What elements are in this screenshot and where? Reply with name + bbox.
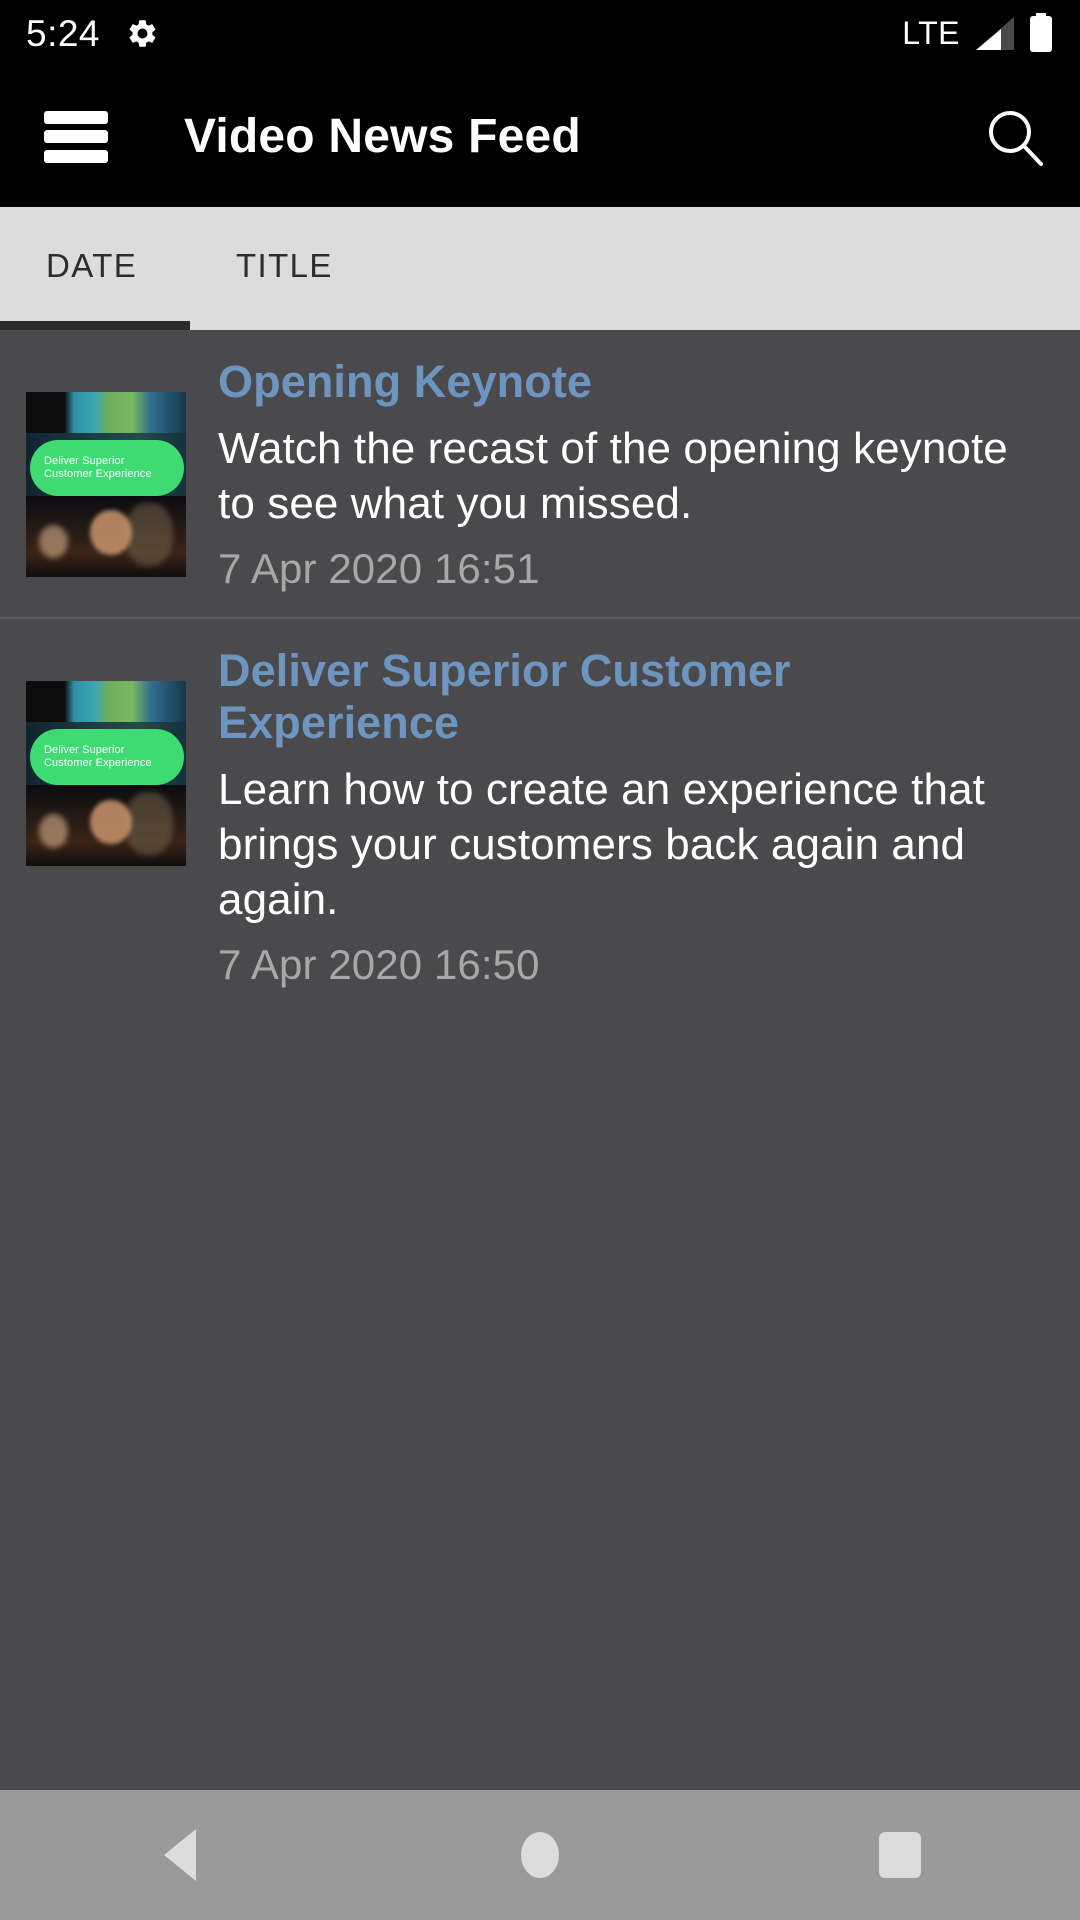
- thumbnail-overlay-pill: Deliver Superior Customer Experience: [30, 440, 184, 496]
- list-item-body: Deliver Superior Customer Experience Lea…: [186, 645, 1054, 989]
- thumbnail-overlay-pill: Deliver Superior Customer Experience: [30, 729, 184, 785]
- status-bar-right: LTE: [902, 13, 1054, 53]
- video-thumbnail[interactable]: Deliver Superior Customer Experience: [26, 392, 186, 577]
- thumbnail-overlay-line-1: Deliver Superior: [44, 744, 125, 757]
- signal-bars-icon: [974, 15, 1014, 52]
- nav-recents-button[interactable]: [720, 1832, 1080, 1878]
- thumbnail-face-1: [90, 799, 132, 845]
- thumbnail-crowd-blob: [125, 792, 174, 856]
- list-item-date: 7 Apr 2020 16:51: [218, 545, 540, 593]
- page-title: Video News Feed: [184, 110, 581, 163]
- hamburger-bar-2: [44, 130, 108, 143]
- tab-title[interactable]: TITLE: [190, 207, 380, 330]
- thumbnail-overlay-line-2: Customer Experience: [44, 757, 152, 770]
- thumbnail-band-top: [26, 392, 186, 433]
- battery-full-icon: [1028, 13, 1054, 53]
- thumbnail-face-2: [38, 814, 68, 848]
- nav-back-button[interactable]: [0, 1829, 360, 1881]
- search-icon[interactable]: [984, 106, 1046, 168]
- thumbnail-overlay-line-1: Deliver Superior: [44, 454, 125, 467]
- thumbnail-face-1: [90, 510, 132, 555]
- tab-bar: DATE TITLE: [0, 207, 1080, 330]
- home-circle-icon: [521, 1832, 559, 1878]
- list-item-body: Opening Keynote Watch the recast of the …: [186, 356, 1054, 593]
- hamburger-menu-icon[interactable]: [44, 110, 108, 163]
- thumbnail-band-top: [26, 681, 186, 722]
- network-type-label: LTE: [902, 15, 960, 51]
- list-item[interactable]: Deliver Superior Customer Experience Ope…: [0, 330, 1080, 617]
- phone-screen: 5:24 LTE Video News Feed DATE TITLE Deli…: [0, 0, 1080, 1920]
- list-item-title[interactable]: Deliver Superior Customer Experience: [218, 645, 1038, 748]
- status-bar: 5:24 LTE: [0, 0, 1080, 66]
- back-triangle-icon: [164, 1829, 196, 1881]
- video-thumbnail[interactable]: Deliver Superior Customer Experience: [26, 681, 186, 867]
- news-feed-list[interactable]: Deliver Superior Customer Experience Ope…: [0, 330, 1080, 1790]
- thumbnail-overlay-line-2: Customer Experience: [44, 467, 152, 480]
- nav-home-button[interactable]: [360, 1832, 720, 1878]
- android-navigation-bar: [0, 1790, 1080, 1920]
- list-item-description: Watch the recast of the opening keynote …: [218, 424, 1008, 529]
- thumbnail-face-2: [38, 525, 68, 559]
- list-item-date: 7 Apr 2020 16:50: [218, 940, 540, 988]
- list-item[interactable]: Deliver Superior Customer Experience Del…: [0, 619, 1080, 1013]
- list-item-description: Learn how to create an experience that b…: [218, 764, 985, 924]
- hamburger-bar-1: [44, 110, 108, 124]
- app-bar: Video News Feed: [0, 66, 1080, 207]
- hamburger-bar-3: [44, 149, 108, 163]
- gear-icon: [126, 17, 159, 50]
- list-item-title[interactable]: Opening Keynote: [218, 356, 1038, 407]
- status-time: 5:24: [26, 12, 101, 54]
- thumbnail-crowd-blob: [125, 503, 174, 566]
- status-bar-left: 5:24: [26, 15, 159, 52]
- tab-selected-indicator: [0, 321, 190, 330]
- recents-square-icon: [879, 1832, 921, 1878]
- tab-date[interactable]: DATE: [0, 207, 190, 330]
